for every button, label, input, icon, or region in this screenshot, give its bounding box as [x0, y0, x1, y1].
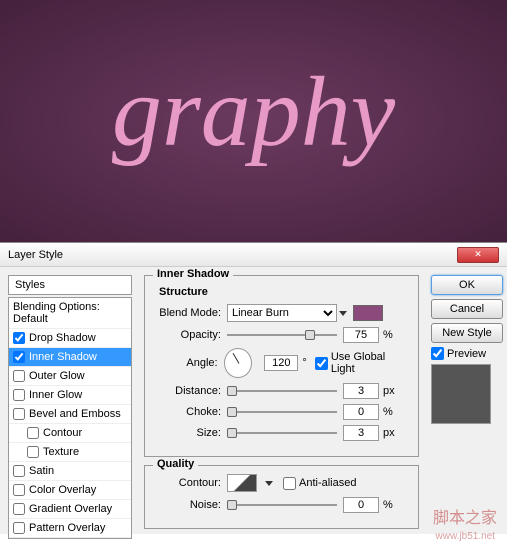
style-list: Blending Options: Default Drop Shadow Inn… — [8, 297, 132, 539]
choke-unit: % — [383, 406, 393, 418]
shadow-color-swatch[interactable] — [353, 305, 383, 321]
blend-mode-select[interactable]: Linear Burn — [227, 304, 337, 322]
blend-mode-label: Blend Mode: — [155, 307, 227, 319]
style-checkbox[interactable] — [13, 465, 25, 477]
style-item-inner-shadow[interactable]: Inner Shadow — [9, 348, 131, 367]
angle-label: Angle: — [155, 357, 224, 369]
layer-style-dialog: Layer Style ✕ Styles Blending Options: D… — [0, 242, 507, 534]
chevron-down-icon[interactable] — [265, 481, 273, 486]
style-item-bevel-and-emboss[interactable]: Bevel and Emboss — [9, 405, 131, 424]
style-item-satin[interactable]: Satin — [9, 462, 131, 481]
style-checkbox[interactable] — [13, 503, 25, 515]
style-item-drop-shadow[interactable]: Drop Shadow — [9, 329, 131, 348]
style-checkbox[interactable] — [13, 408, 25, 420]
style-label: Inner Glow — [29, 389, 82, 401]
angle-unit: ° — [302, 357, 306, 369]
artwork-text: graphy — [112, 54, 395, 169]
style-checkbox[interactable] — [13, 370, 25, 382]
choke-value[interactable]: 0 — [343, 404, 379, 420]
distance-slider[interactable] — [227, 384, 337, 398]
dialog-title: Layer Style — [8, 249, 63, 261]
preview-label: Preview — [447, 348, 486, 360]
style-item-texture[interactable]: Texture — [9, 443, 131, 462]
inner-shadow-group: Inner Shadow Structure Blend Mode: Linea… — [144, 275, 419, 457]
style-label: Satin — [29, 465, 54, 477]
style-label: Bevel and Emboss — [29, 408, 121, 420]
quality-group: Quality Contour: Anti-aliased Noise: 0 % — [144, 465, 419, 529]
styles-sidebar: Styles Blending Options: Default Drop Sh… — [0, 267, 140, 535]
quality-heading: Quality — [153, 458, 198, 470]
style-item-inner-glow[interactable]: Inner Glow — [9, 386, 131, 405]
preview-checkbox[interactable] — [431, 347, 444, 360]
style-label: Inner Shadow — [29, 351, 97, 363]
global-light-label: Use Global Light — [331, 351, 408, 375]
antialiased-checkbox[interactable] — [283, 477, 296, 490]
style-label: Color Overlay — [29, 484, 96, 496]
opacity-value[interactable]: 75 — [343, 327, 379, 343]
opacity-slider[interactable] — [227, 328, 337, 342]
noise-value[interactable]: 0 — [343, 497, 379, 513]
chevron-down-icon[interactable] — [339, 311, 347, 316]
style-item-contour[interactable]: Contour — [9, 424, 131, 443]
cancel-button[interactable]: Cancel — [431, 299, 503, 319]
style-checkbox[interactable] — [13, 332, 25, 344]
opacity-label: Opacity: — [155, 329, 227, 341]
close-button[interactable]: ✕ — [457, 247, 499, 263]
new-style-button[interactable]: New Style — [431, 323, 503, 343]
contour-label: Contour: — [155, 477, 227, 489]
style-label: Drop Shadow — [29, 332, 96, 344]
style-item-color-overlay[interactable]: Color Overlay — [9, 481, 131, 500]
style-checkbox[interactable] — [27, 427, 39, 439]
blending-options[interactable]: Blending Options: Default — [9, 298, 131, 329]
style-label: Pattern Overlay — [29, 522, 105, 534]
panel-title: Inner Shadow — [153, 268, 233, 280]
distance-value[interactable]: 3 — [343, 383, 379, 399]
contour-picker[interactable] — [227, 474, 257, 492]
choke-slider[interactable] — [227, 405, 337, 419]
settings-panel: Inner Shadow Structure Blend Mode: Linea… — [140, 267, 427, 535]
document-canvas: graphy — [0, 0, 507, 242]
watermark-url: www.jb51.net — [436, 531, 495, 542]
watermark-text: 脚本之家 — [433, 504, 497, 528]
size-unit: px — [383, 427, 395, 439]
distance-unit: px — [383, 385, 395, 397]
angle-dial[interactable] — [224, 348, 253, 378]
antialiased-label: Anti-aliased — [299, 477, 356, 489]
style-checkbox[interactable] — [13, 522, 25, 534]
global-light-checkbox[interactable] — [315, 357, 328, 370]
style-label: Contour — [43, 427, 82, 439]
opacity-unit: % — [383, 329, 393, 341]
style-label: Texture — [43, 446, 79, 458]
size-slider[interactable] — [227, 426, 337, 440]
ok-button[interactable]: OK — [431, 275, 503, 295]
style-item-gradient-overlay[interactable]: Gradient Overlay — [9, 500, 131, 519]
noise-unit: % — [383, 499, 393, 511]
distance-label: Distance: — [155, 385, 227, 397]
noise-slider[interactable] — [227, 498, 337, 512]
size-label: Size: — [155, 427, 227, 439]
style-checkbox[interactable] — [13, 389, 25, 401]
dialog-titlebar[interactable]: Layer Style ✕ — [0, 243, 507, 267]
structure-heading: Structure — [159, 286, 408, 298]
size-value[interactable]: 3 — [343, 425, 379, 441]
choke-label: Choke: — [155, 406, 227, 418]
preview-swatch — [431, 364, 491, 424]
noise-label: Noise: — [155, 499, 227, 511]
style-item-outer-glow[interactable]: Outer Glow — [9, 367, 131, 386]
styles-header[interactable]: Styles — [8, 275, 132, 295]
style-checkbox[interactable] — [27, 446, 39, 458]
style-label: Outer Glow — [29, 370, 85, 382]
angle-value[interactable]: 120 — [264, 355, 298, 371]
right-panel: OK Cancel New Style Preview — [427, 267, 507, 535]
style-checkbox[interactable] — [13, 351, 25, 363]
style-label: Gradient Overlay — [29, 503, 112, 515]
style-checkbox[interactable] — [13, 484, 25, 496]
style-item-pattern-overlay[interactable]: Pattern Overlay — [9, 519, 131, 538]
